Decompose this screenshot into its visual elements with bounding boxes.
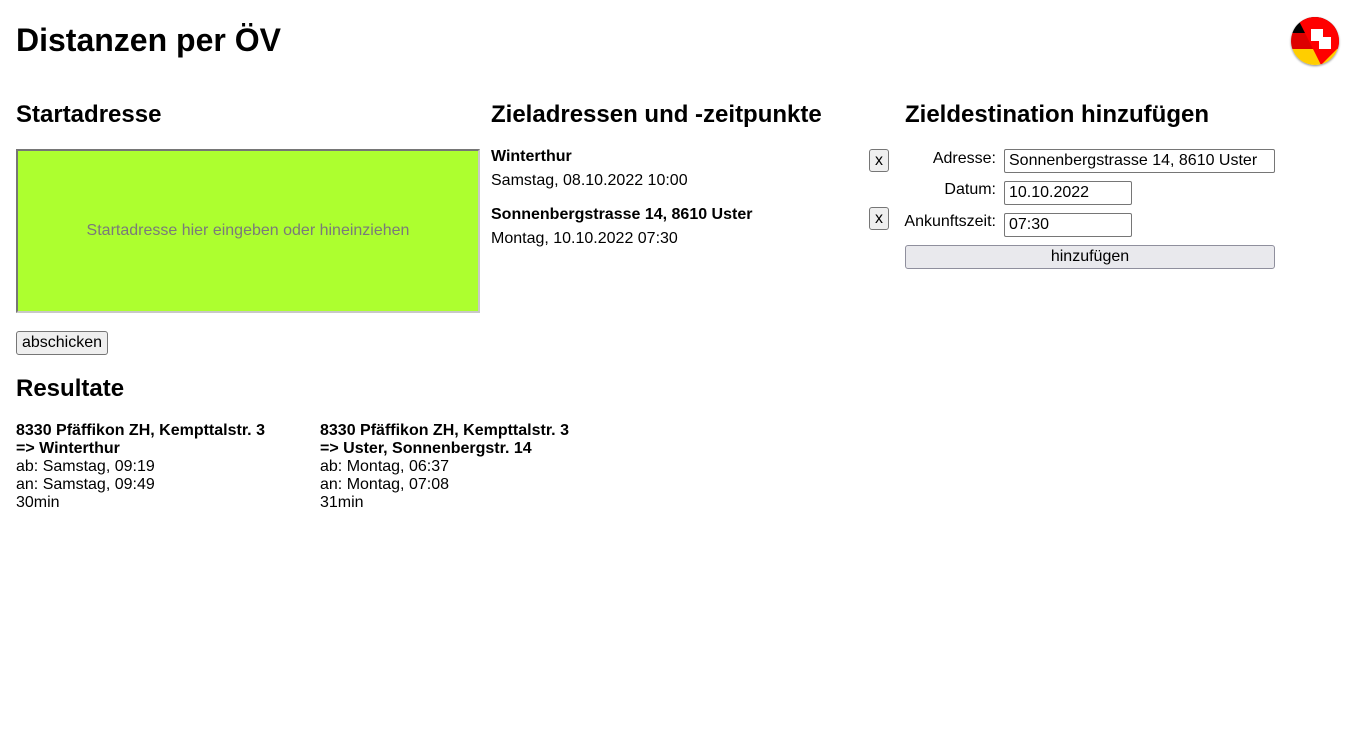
date-label: Datum: [944, 181, 996, 198]
destination-name: Sonnenbergstrasse 14, 8610 Uster [491, 206, 753, 223]
start-heading: Startadresse [16, 101, 162, 128]
result-duration: 30min [16, 494, 60, 511]
flag-de-ch-icon [1291, 17, 1339, 65]
page-title: Distanzen per ÖV [16, 22, 281, 58]
destination-item: Sonnenbergstrasse 14, 8610 Uster Montag,… [491, 203, 752, 251]
arrival-time-input[interactable] [1004, 213, 1132, 237]
submit-button[interactable]: abschicken [16, 331, 108, 355]
language-toggle-flag-icon[interactable] [1291, 17, 1339, 65]
result-from: 8330 Pfäffikon ZH, Kempttalstr. 3 [320, 422, 569, 439]
add-destination-button[interactable]: hinzufügen [905, 245, 1275, 269]
destination-item: Winterthur Samstag, 08.10.2022 10:00 [491, 145, 688, 193]
start-address-dropzone[interactable]: Startadresse hier eingeben oder hineinzi… [16, 149, 480, 313]
results-heading: Resultate [16, 375, 125, 402]
result-from: 8330 Pfäffikon ZH, Kempttalstr. 3 [16, 422, 265, 439]
address-label: Adresse: [932, 150, 996, 167]
remove-destination-button[interactable]: x [869, 149, 889, 172]
result-departure: ab: Samstag, 09:19 [16, 458, 155, 475]
destinations-heading: Zieladressen und -zeitpunkte [491, 101, 822, 128]
date-input[interactable] [1004, 181, 1132, 205]
result-item: 8330 Pfäffikon ZH, Kempttalstr. 3 => Ust… [320, 422, 569, 512]
remove-destination-button[interactable]: x [869, 207, 889, 230]
result-duration: 31min [320, 494, 364, 511]
destination-datetime: Montag, 10.10.2022 07:30 [491, 230, 678, 247]
arrival-time-label: Ankunftszeit: [904, 213, 996, 230]
result-to: => Uster, Sonnenbergstr. 14 [320, 440, 532, 457]
start-address-placeholder: Startadresse hier eingeben oder hineinzi… [86, 222, 410, 239]
result-arrival: an: Montag, 07:08 [320, 476, 449, 493]
destination-datetime: Samstag, 08.10.2022 10:00 [491, 172, 688, 189]
result-item: 8330 Pfäffikon ZH, Kempttalstr. 3 => Win… [16, 422, 265, 512]
address-input[interactable] [1004, 149, 1275, 173]
result-arrival: an: Samstag, 09:49 [16, 476, 155, 493]
add-destination-heading: Zieldestination hinzufügen [905, 101, 1209, 128]
result-departure: ab: Montag, 06:37 [320, 458, 449, 475]
destination-name: Winterthur [491, 148, 572, 165]
result-to: => Winterthur [16, 440, 120, 457]
